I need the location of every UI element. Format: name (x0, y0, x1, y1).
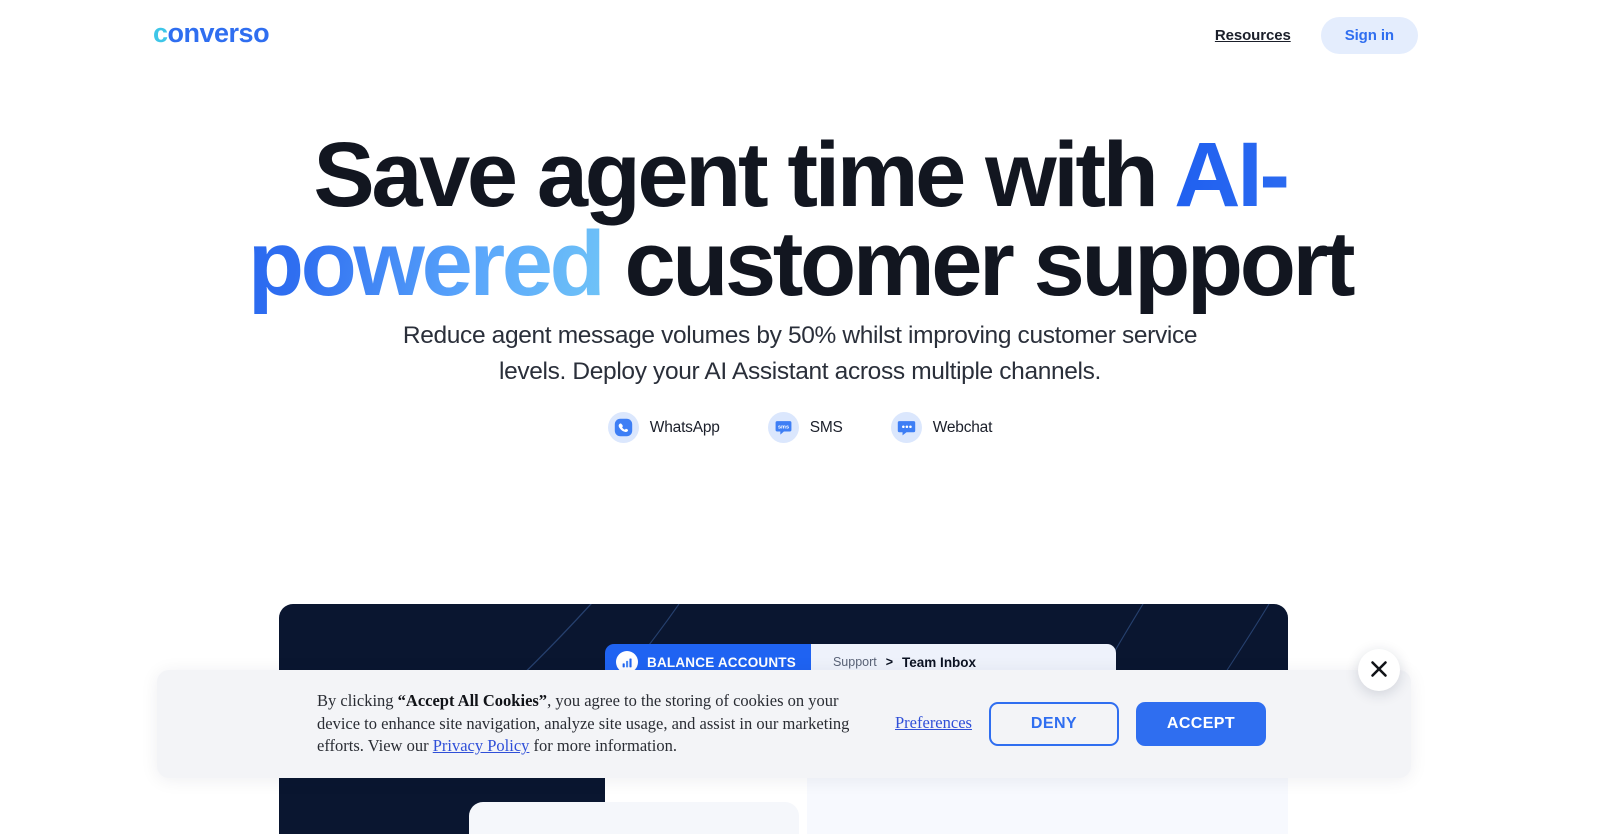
preferences-link[interactable]: Preferences (895, 713, 972, 735)
page-title: Save agent time with AI-powered customer… (220, 129, 1380, 310)
site-header: converso Resources Sign in (0, 0, 1600, 68)
breadcrumb-current: Team Inbox (902, 654, 977, 670)
mockup-floating-card (469, 802, 799, 834)
hero-subheadline: Reduce agent message volumes by 50% whil… (402, 322, 1198, 385)
channel-label-sms: SMS (809, 418, 843, 436)
channel-label-webchat: Webchat (932, 418, 993, 436)
breadcrumb-separator: > (885, 655, 894, 669)
svg-text:sms: sms (778, 425, 789, 431)
channel-list: WhatsApp sms SMS Webchat (0, 412, 1600, 443)
primary-nav: Resources Sign in (1215, 17, 1418, 54)
channel-item-webchat: Webchat (890, 412, 993, 443)
deny-button[interactable]: DENY (988, 702, 1119, 746)
close-cookie-banner-button[interactable] (1358, 649, 1400, 691)
logo-text: onverso (167, 18, 270, 48)
channel-item-whatsapp: WhatsApp (607, 412, 720, 443)
headline-part-2: customer support (602, 213, 1355, 316)
nav-link-resources[interactable]: Resources (1215, 27, 1291, 44)
webchat-icon (890, 412, 922, 443)
cookie-banner-text: By clicking “Accept All Cookies”, you ag… (317, 690, 877, 758)
cta-area: See for yourself Join waitlist (0, 470, 1600, 590)
sign-in-button[interactable]: Sign in (1320, 17, 1418, 54)
headline-part-1: Save agent time with (313, 124, 1175, 226)
cookie-banner-actions: Preferences DENY ACCEPT (895, 702, 1266, 746)
cookie-consent-banner: By clicking “Accept All Cookies”, you ag… (157, 670, 1411, 778)
cookie-text-bold: “Accept All Cookies” (397, 690, 548, 710)
mockup-account-tab-label: BALANCE ACCOUNTS (647, 654, 796, 670)
privacy-policy-link[interactable]: Privacy Policy (433, 736, 530, 755)
logo-accent-letter: c (153, 18, 168, 48)
whatsapp-icon (607, 412, 639, 443)
converso-logo[interactable]: converso (153, 18, 270, 48)
channel-item-sms: sms SMS (767, 412, 843, 443)
close-icon (1369, 659, 1389, 682)
accept-button[interactable]: ACCEPT (1135, 702, 1266, 746)
channel-label-whatsapp: WhatsApp (649, 418, 720, 436)
breadcrumb-parent[interactable]: Support (833, 655, 877, 669)
cookie-text-before: By clicking (317, 690, 398, 710)
cookie-text-after: for more information. (529, 736, 677, 756)
sms-icon: sms (767, 412, 799, 443)
